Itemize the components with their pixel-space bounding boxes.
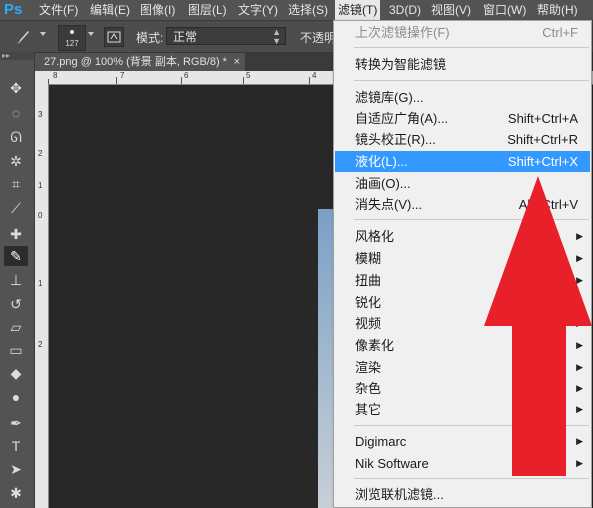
browse-filters-online-item[interactable]: 浏览联机滤镜...: [334, 484, 591, 505]
menu-type[interactable]: 文字(Y): [235, 0, 281, 20]
last-filter-item: 上次滤镜操作(F) Ctrl+F: [355, 25, 578, 40]
vanishing-point-item[interactable]: 消失点(V)... Alt+Ctrl+V: [334, 194, 591, 215]
submenu-arrow-icon: ▶: [576, 318, 583, 328]
document-tab-title: 27.png @ 100% (背景 副本, RGB/8) *: [44, 56, 227, 68]
nik-software-submenu-item[interactable]: Nik Software ▶: [334, 453, 591, 474]
submenu-arrow-icon: ▶: [576, 340, 583, 350]
menu-file[interactable]: 文件(F): [36, 0, 81, 20]
submenu-arrow-icon: ▶: [576, 436, 583, 446]
tool-preset-caret-icon[interactable]: [40, 32, 46, 36]
eyedropper-tool-icon[interactable]: ⟋: [4, 198, 28, 218]
close-icon[interactable]: ×: [234, 53, 240, 71]
ruler-left: 3 2 1 0 1 2: [35, 84, 49, 508]
menu-separator: [354, 219, 589, 220]
filter-gallery-item[interactable]: 滤镜库(G)...: [334, 87, 591, 108]
magic-wand-tool-icon[interactable]: ✲: [4, 151, 28, 171]
ruler-label: 7: [120, 71, 125, 80]
sharpen-submenu-item[interactable]: 锐化 ▶: [334, 292, 591, 313]
brush-preset-caret-icon[interactable]: [88, 32, 94, 36]
menu-window[interactable]: 窗口(W): [480, 0, 529, 20]
dodge-tool-icon[interactable]: ●: [4, 387, 28, 407]
brush-preset-picker[interactable]: 127: [58, 25, 86, 51]
toolbox-grip[interactable]: ▸▸: [0, 52, 34, 60]
submenu-arrow-icon: ▶: [576, 383, 583, 393]
menu-3d[interactable]: 3D(D): [386, 0, 424, 20]
toolbox: ▸▸ ✥ ◌ ᘏ ✲ ⌗ ⟋ ✚ ✎ ⊥ ↺ ▱ ▭ ◆ ● ✒ T ➤ ✱: [0, 52, 35, 508]
photoshop-logo: Ps: [4, 1, 23, 18]
menu-filter[interactable]: 滤镜(T): [335, 0, 381, 20]
marquee-tool-icon[interactable]: ◌: [4, 103, 28, 123]
blur-tool-icon[interactable]: ◆: [4, 363, 28, 383]
gradient-tool-icon[interactable]: ▭: [4, 340, 28, 360]
eraser-tool-icon[interactable]: ▱: [4, 317, 28, 337]
submenu-arrow-icon: ▶: [576, 458, 583, 468]
render-submenu-item[interactable]: 渲染 ▶: [334, 357, 591, 378]
menu-help[interactable]: 帮助(H): [534, 0, 581, 20]
menu-layer[interactable]: 图层(L): [185, 0, 230, 20]
brush-panel-toggle-button[interactable]: [104, 27, 124, 47]
menu-separator: [354, 478, 589, 479]
other-submenu-item[interactable]: 其它 ▶: [334, 399, 591, 420]
menu-view[interactable]: 视图(V): [428, 0, 474, 20]
lens-correction-item[interactable]: 镜头校正(R)... Shift+Ctrl+R: [334, 129, 591, 150]
ruler-label: 0: [38, 211, 43, 220]
ruler-label: 8: [53, 71, 58, 80]
liquify-item[interactable]: 液化(L)... Shift+Ctrl+X: [335, 151, 590, 172]
document-tab[interactable]: 27.png @ 100% (背景 副本, RGB/8) * ×: [35, 53, 245, 71]
menu-image[interactable]: 图像(I): [137, 0, 178, 20]
adaptive-wide-angle-item[interactable]: 自适应广角(A)... Shift+Ctrl+A: [334, 108, 591, 129]
submenu-arrow-icon: ▶: [576, 231, 583, 241]
video-submenu-item[interactable]: 视频 ▶: [334, 313, 591, 334]
brush-tip-icon: [70, 30, 74, 34]
crop-tool-icon[interactable]: ⌗: [4, 174, 28, 194]
ruler-label: 4: [312, 71, 317, 80]
brush-size-value: 127: [65, 39, 79, 48]
ruler-label: 5: [246, 71, 251, 80]
convert-smart-filter-item[interactable]: 转换为智能滤镜: [334, 54, 591, 75]
digimarc-submenu-item[interactable]: Digimarc ▶: [334, 431, 591, 452]
menu-select[interactable]: 选择(S): [285, 0, 331, 20]
submenu-arrow-icon: ▶: [576, 404, 583, 414]
oil-paint-item[interactable]: 油画(O)...: [334, 173, 591, 194]
stamp-tool-icon[interactable]: ⊥: [4, 270, 28, 290]
menu-separator: [354, 47, 589, 48]
ruler-label: 6: [184, 71, 189, 80]
submenu-arrow-icon: ▶: [576, 362, 583, 372]
blur-submenu-item[interactable]: 模糊 ▶: [334, 248, 591, 269]
updown-chevron-icon: ▲ ▼: [272, 27, 281, 46]
ruler-label: 3: [38, 110, 43, 119]
history-brush-tool-icon[interactable]: ↺: [4, 294, 28, 314]
brush-tool-icon[interactable]: ✎: [4, 246, 28, 266]
ruler-label: 1: [38, 279, 43, 288]
menu-separator: [354, 80, 589, 81]
submenu-arrow-icon: ▶: [576, 297, 583, 307]
healing-brush-tool-icon[interactable]: ✚: [4, 224, 28, 244]
pixelate-submenu-item[interactable]: 像素化 ▶: [334, 335, 591, 356]
lasso-tool-icon[interactable]: ᘏ: [4, 127, 28, 147]
move-tool-icon[interactable]: ✥: [4, 78, 28, 98]
noise-submenu-item[interactable]: 杂色 ▶: [334, 378, 591, 399]
type-tool-icon[interactable]: T: [4, 436, 28, 456]
mode-label: 模式:: [136, 31, 164, 45]
ruler-label: 1: [38, 181, 43, 190]
pen-tool-icon[interactable]: ✒: [4, 413, 28, 433]
mode-select-value: 正常: [173, 30, 198, 44]
menu-edit[interactable]: 编辑(E): [87, 0, 133, 20]
path-selection-tool-icon[interactable]: ➤: [4, 459, 28, 479]
ruler-label: 2: [38, 149, 43, 158]
ruler-corner: [35, 71, 48, 84]
mode-select[interactable]: 正常 ▲ ▼: [166, 27, 286, 46]
submenu-arrow-icon: ▶: [576, 253, 583, 263]
menu-separator: [354, 425, 589, 426]
opacity-label: 不透明: [300, 31, 337, 45]
submenu-arrow-icon: ▶: [576, 275, 583, 285]
brush-tool-icon[interactable]: [14, 28, 32, 46]
stylize-submenu-item[interactable]: 风格化 ▶: [334, 226, 591, 247]
menu-bar: Ps 文件(F) 编辑(E) 图像(I) 图层(L) 文字(Y) 选择(S) 滤…: [0, 0, 593, 21]
filter-menu-dropdown: 上次滤镜操作(F) Ctrl+F 转换为智能滤镜 滤镜库(G)... 自适应广角…: [333, 20, 592, 508]
ruler-label: 2: [38, 340, 43, 349]
distort-submenu-item[interactable]: 扭曲 ▶: [334, 270, 591, 291]
shape-tool-icon[interactable]: ✱: [4, 483, 28, 503]
